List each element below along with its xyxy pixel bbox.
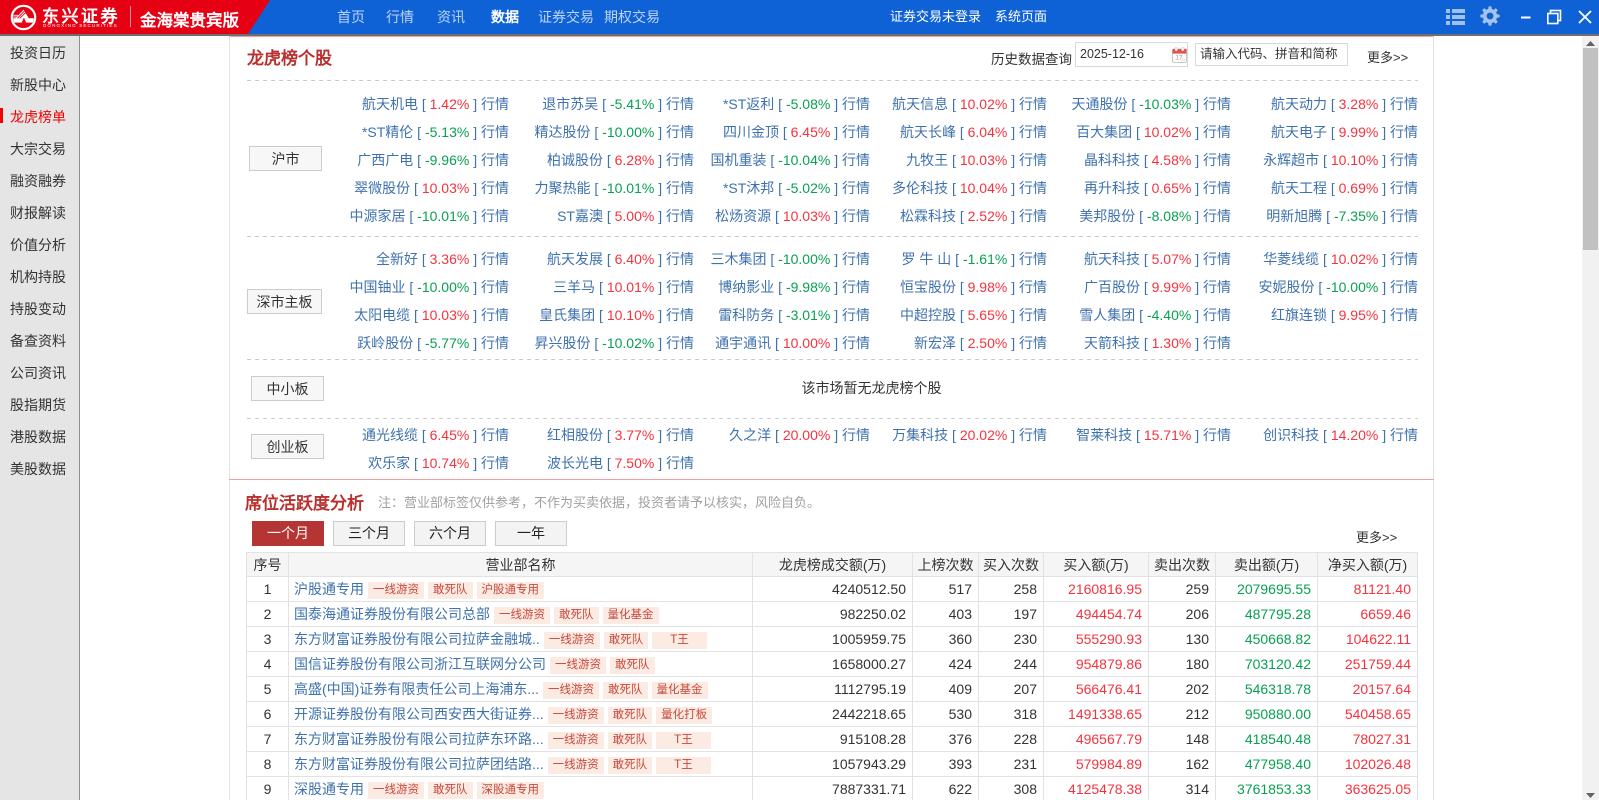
svg-text:17: 17 [1175,55,1183,62]
